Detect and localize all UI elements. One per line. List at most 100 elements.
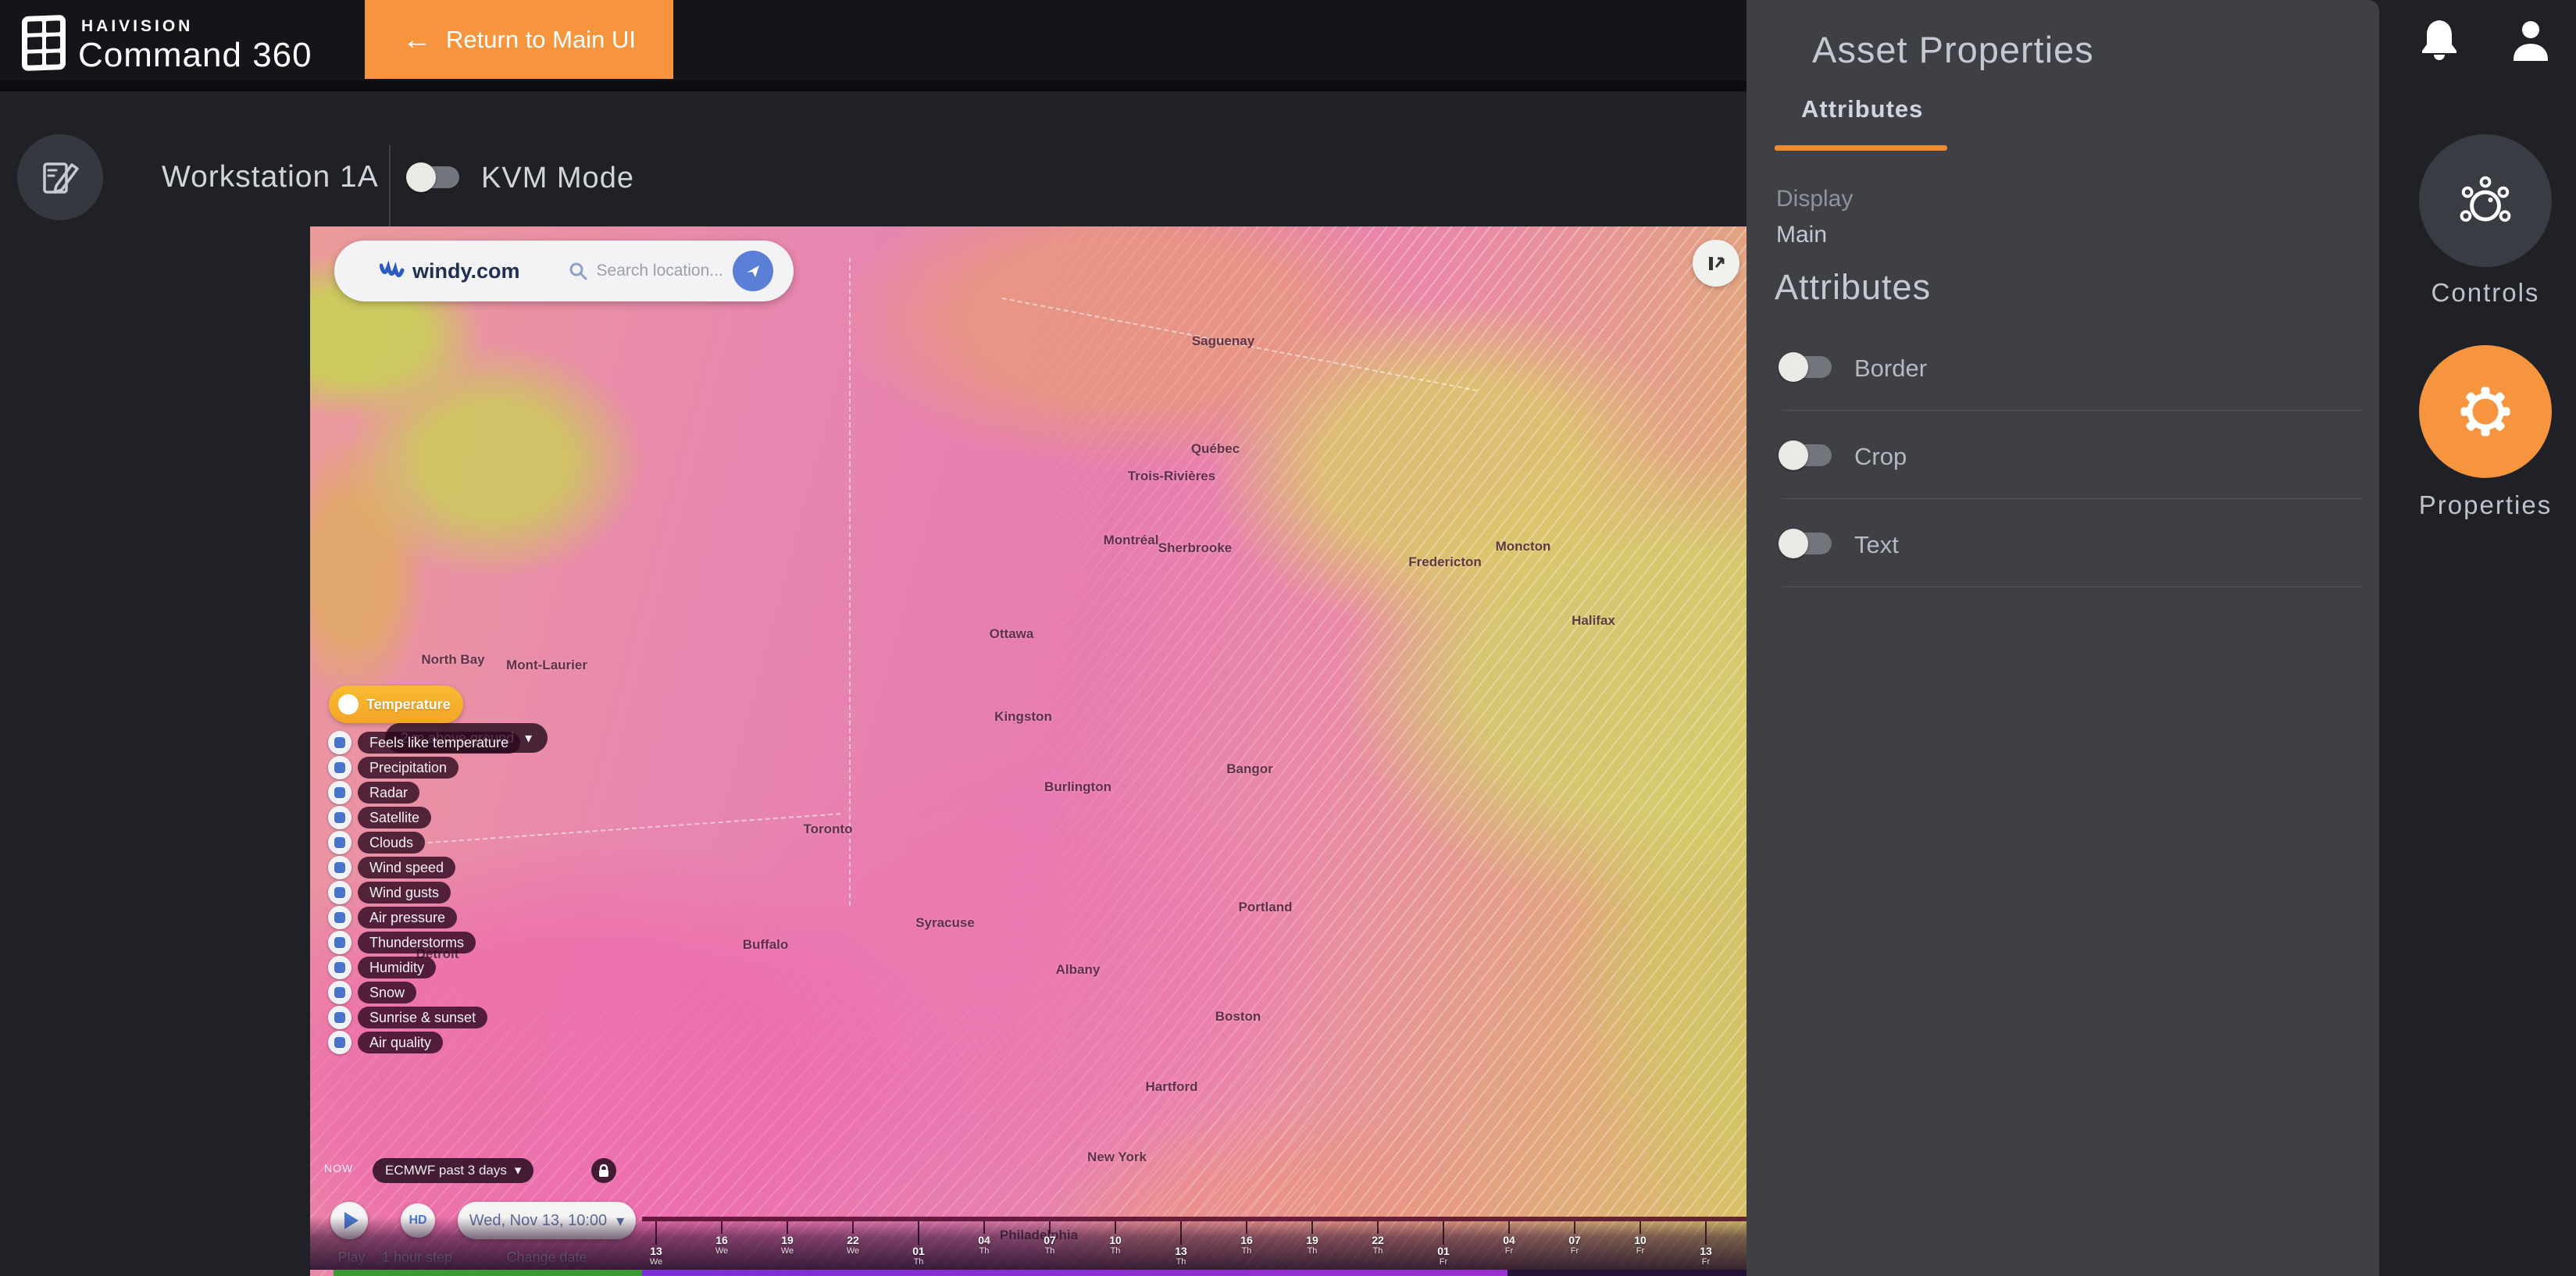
windy-brand-text: windy.com	[412, 259, 520, 283]
timeline-remaining	[1507, 1270, 1746, 1276]
layer-icon	[328, 1031, 351, 1054]
city-label: Saguenay	[1192, 333, 1254, 349]
kvm-mode-label: KVM Mode	[481, 162, 634, 195]
layer-item-label: Radar	[358, 782, 419, 804]
tick-day: Th	[1289, 1246, 1336, 1256]
layer-item[interactable]: Wind speed	[328, 855, 455, 880]
city-label: Halifax	[1572, 613, 1615, 629]
text-toggle[interactable]	[1782, 533, 1832, 554]
notifications-button[interactable]	[2420, 17, 2459, 66]
layer-item[interactable]: Air pressure	[328, 905, 457, 930]
controls-icon	[2456, 173, 2514, 228]
kvm-mode-toggle[interactable]	[409, 166, 459, 188]
timeline-tick[interactable]: 10Fr	[1617, 1221, 1664, 1256]
tab-attributes[interactable]: Attributes	[1801, 95, 1923, 123]
map-search-bar[interactable]: windy.com Search location...	[334, 241, 794, 301]
timeline-tick[interactable]: 04Th	[961, 1221, 1008, 1256]
tick-day: Fr	[1420, 1257, 1467, 1267]
layer-item[interactable]: Air quality	[328, 1030, 443, 1055]
tick-mark	[983, 1221, 985, 1234]
timeline-tick[interactable]: 07Th	[1026, 1221, 1073, 1256]
tick-day: Fr	[1551, 1246, 1598, 1256]
chevron-down-icon: ▾	[525, 730, 532, 747]
map-expand-button[interactable]	[1693, 240, 1739, 287]
layer-item[interactable]: Snow	[328, 980, 416, 1005]
active-layer-temperature[interactable]: Temperature	[329, 686, 463, 723]
layer-item-label: Feels like temperature	[358, 732, 520, 754]
layer-item[interactable]: Thunderstorms	[328, 930, 476, 955]
layer-item-label: Satellite	[358, 807, 431, 829]
timeline-tick[interactable]: 22We	[830, 1221, 876, 1256]
timeline-tick[interactable]: 13Fr	[1682, 1221, 1729, 1267]
attribute-row-border: Border	[1746, 323, 2379, 411]
city-label: Montréal	[1104, 533, 1159, 548]
city-label: Kingston	[994, 709, 1052, 725]
crop-label: Crop	[1854, 443, 1907, 471]
city-label: Fredericton	[1408, 554, 1482, 570]
layer-icon	[328, 806, 351, 829]
layer-item[interactable]: Clouds	[328, 830, 425, 855]
tick-mark	[1443, 1221, 1444, 1245]
timeline-tick[interactable]: 13Th	[1158, 1221, 1204, 1267]
border-toggle[interactable]	[1782, 356, 1832, 378]
layer-item[interactable]: Satellite	[328, 805, 431, 830]
city-label: Burlington	[1044, 779, 1111, 795]
timeline-tick[interactable]: 10Th	[1092, 1221, 1139, 1256]
tick-mark	[1115, 1221, 1116, 1234]
edit-workstation-button[interactable]	[17, 134, 103, 220]
tick-day: Fr	[1682, 1257, 1729, 1267]
layer-item-label: Humidity	[358, 957, 436, 978]
timeline-progress-bar[interactable]	[642, 1270, 1507, 1276]
timeline-tick[interactable]: 16We	[698, 1221, 745, 1256]
tick-mark	[1311, 1221, 1313, 1234]
timeline-tick[interactable]: 04Fr	[1486, 1221, 1532, 1256]
tick-hour: 01	[895, 1245, 942, 1257]
tick-day: Th	[1026, 1246, 1073, 1256]
layer-item[interactable]: Humidity	[328, 955, 436, 980]
layer-item[interactable]: Precipitation	[328, 755, 458, 780]
tick-mark	[852, 1221, 854, 1234]
timeline-tick[interactable]: 01Fr	[1420, 1221, 1467, 1267]
user-account-button[interactable]	[2509, 19, 2553, 66]
layer-item[interactable]: Wind gusts	[328, 880, 451, 905]
timeline-tick[interactable]: 13We	[633, 1221, 680, 1267]
locate-me-button[interactable]	[733, 251, 773, 291]
expand-icon	[1704, 251, 1728, 275]
layer-icon	[328, 981, 351, 1004]
city-label: Toronto	[804, 822, 853, 837]
search-placeholder: Search location...	[569, 262, 723, 280]
timeline-tick[interactable]: 22Th	[1354, 1221, 1401, 1256]
layer-item[interactable]: Sunrise & sunset	[328, 1005, 487, 1030]
return-to-main-ui-button[interactable]: ← Return to Main UI	[365, 0, 673, 79]
city-label: New York	[1087, 1149, 1147, 1165]
tick-hour: 13	[633, 1245, 680, 1257]
properties-label: Properties	[2419, 490, 2552, 520]
controls-button[interactable]	[2419, 134, 2552, 267]
layer-item[interactable]: Radar	[328, 780, 419, 805]
tick-hour: 04	[1486, 1234, 1532, 1246]
workstation-title: Workstation 1A	[162, 160, 379, 194]
timeline-tick[interactable]: 01Th	[895, 1221, 942, 1267]
city-label: Mont-Laurier	[506, 658, 587, 673]
panel-title: Asset Properties	[1812, 28, 2094, 71]
timeline-tick[interactable]: 07Fr	[1551, 1221, 1598, 1256]
tick-hour: 10	[1617, 1234, 1664, 1246]
city-label: Ottawa	[990, 626, 1034, 642]
tick-day: We	[830, 1246, 876, 1256]
tick-hour: 19	[1289, 1234, 1336, 1246]
crop-toggle[interactable]	[1782, 444, 1832, 466]
tick-day: We	[698, 1246, 745, 1256]
timeline-tick[interactable]: 19Th	[1289, 1221, 1336, 1256]
premium-lock-button[interactable]	[591, 1158, 616, 1183]
layer-icon	[328, 931, 351, 954]
timeline-tick[interactable]: 19We	[764, 1221, 811, 1256]
timeline-tick[interactable]: 16Th	[1223, 1221, 1270, 1256]
forecast-model-dropdown[interactable]: ECMWF past 3 days ▾	[373, 1158, 533, 1183]
layer-icon	[328, 831, 351, 854]
properties-button[interactable]	[2419, 345, 2552, 478]
tick-mark	[787, 1221, 788, 1234]
layer-item[interactable]: Feels like temperature	[328, 730, 520, 755]
windy-logo: windy.com	[380, 259, 520, 283]
attribute-row-crop: Crop	[1746, 412, 2379, 499]
layer-icon	[328, 906, 351, 929]
